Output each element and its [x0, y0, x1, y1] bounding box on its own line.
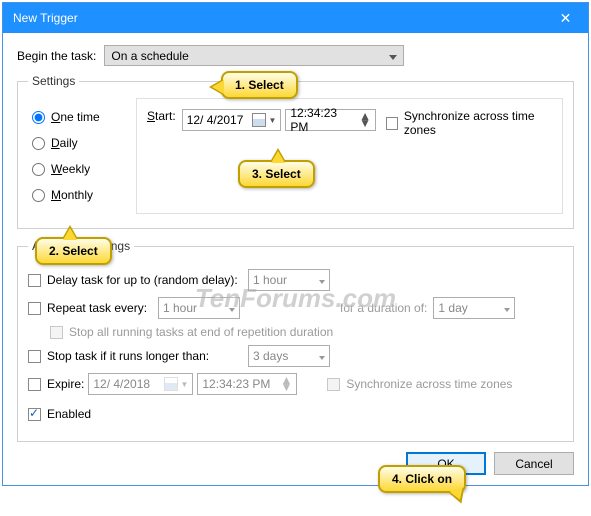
advanced-group: Advanced settings Delay task for up to (…: [17, 239, 574, 442]
annotation-2: 2. Select: [35, 237, 112, 265]
calendar-icon: [164, 377, 178, 391]
dialog-body: Begin the task: On a schedule Settings O…: [3, 33, 588, 485]
settings-group: Settings One time Daily Weekly Monthly S…: [17, 74, 574, 229]
stop-if-select[interactable]: 3 days: [248, 345, 330, 367]
radio-input-weekly[interactable]: [32, 163, 45, 176]
checkbox-icon: [50, 326, 63, 339]
frequency-radio-group: One time Daily Weekly Monthly: [28, 98, 136, 214]
radio-weekly[interactable]: Weekly: [32, 162, 136, 177]
chevron-down-icon: [319, 349, 325, 363]
delay-label: Delay task for up to (random delay):: [47, 273, 238, 287]
dialog-new-trigger: New Trigger ✕ Begin the task: On a sched…: [2, 2, 589, 486]
enabled-checkbox[interactable]: Enabled: [28, 407, 91, 421]
settings-legend: Settings: [28, 74, 79, 88]
sync-timezones-label: Synchronize across time zones: [404, 109, 552, 137]
window-title: New Trigger: [13, 11, 78, 25]
annotation-1: 1. Select: [221, 71, 298, 99]
stop-if-label: Stop task if it runs longer than:: [47, 349, 209, 363]
checkbox-icon: [28, 408, 41, 421]
close-button[interactable]: ✕: [543, 3, 588, 33]
start-label: Start:: [147, 109, 176, 123]
cancel-button[interactable]: Cancel: [494, 452, 574, 475]
expire-label: Expire:: [47, 377, 84, 391]
repeat-checkbox[interactable]: Repeat task every:: [28, 301, 158, 315]
title-bar: New Trigger ✕: [3, 3, 588, 33]
chevron-down-icon: ▼: [268, 116, 276, 125]
sync-timezones-checkbox[interactable]: Synchronize across time zones: [386, 109, 552, 137]
expire-checkbox[interactable]: Expire:: [28, 377, 84, 391]
stop-all-checkbox: Stop all running tasks at end of repetit…: [50, 325, 333, 339]
chevron-down-icon: ▼: [180, 380, 188, 389]
expire-time-picker[interactable]: 12:34:23 PM▲▼: [197, 373, 297, 395]
radio-input-monthly[interactable]: [32, 189, 45, 202]
expire-date-picker[interactable]: 12/ 4/2018▼: [88, 373, 193, 395]
chevron-down-icon: [319, 273, 325, 287]
stop-if-checkbox[interactable]: Stop task if it runs longer than:: [28, 349, 248, 363]
radio-input-one-time[interactable]: [32, 111, 45, 124]
spinner-icon: ▲▼: [280, 377, 292, 391]
checkbox-icon: [28, 274, 41, 287]
chevron-down-icon: [389, 49, 397, 63]
checkbox-icon: [327, 378, 340, 391]
duration-select[interactable]: 1 day: [433, 297, 515, 319]
button-row: OK Cancel: [17, 452, 574, 475]
radio-daily[interactable]: Daily: [32, 136, 136, 151]
start-time-picker[interactable]: 12:34:23 PM ▲▼: [285, 109, 376, 131]
delay-select[interactable]: 1 hour: [248, 269, 330, 291]
radio-input-daily[interactable]: [32, 137, 45, 150]
annotation-4: 4. Click on: [378, 465, 466, 493]
stop-all-label: Stop all running tasks at end of repetit…: [69, 325, 333, 339]
repeat-label: Repeat task every:: [47, 301, 147, 315]
delay-checkbox[interactable]: Delay task for up to (random delay):: [28, 273, 248, 287]
spinner-icon: ▲▼: [359, 113, 371, 127]
checkbox-icon: [386, 117, 398, 130]
radio-monthly[interactable]: Monthly: [32, 188, 136, 203]
start-time-value: 12:34:23 PM: [290, 106, 357, 134]
expire-sync-label: Synchronize across time zones: [346, 377, 512, 391]
checkbox-icon: [28, 302, 41, 315]
checkbox-icon: [28, 350, 41, 363]
begin-task-value: On a schedule: [111, 49, 188, 63]
chevron-down-icon: [229, 301, 235, 315]
start-date-picker[interactable]: 12/ 4/2017 ▼: [182, 109, 282, 131]
begin-task-label: Begin the task:: [17, 49, 96, 63]
repeat-select[interactable]: 1 hour: [158, 297, 240, 319]
calendar-icon: [252, 113, 266, 127]
duration-label: for a duration of:: [340, 301, 427, 315]
radio-one-time[interactable]: One time: [32, 110, 136, 125]
enabled-label: Enabled: [47, 407, 91, 421]
chevron-down-icon: [504, 301, 510, 315]
start-date-value: 12/ 4/2017: [187, 113, 244, 127]
start-panel: Start: 12/ 4/2017 ▼ 12:34:23 PM ▲▼ Synch…: [136, 98, 563, 214]
annotation-3: 3. Select: [238, 160, 315, 188]
expire-sync-checkbox: Synchronize across time zones: [327, 377, 512, 391]
checkbox-icon: [28, 378, 41, 391]
begin-task-dropdown[interactable]: On a schedule: [104, 45, 404, 66]
